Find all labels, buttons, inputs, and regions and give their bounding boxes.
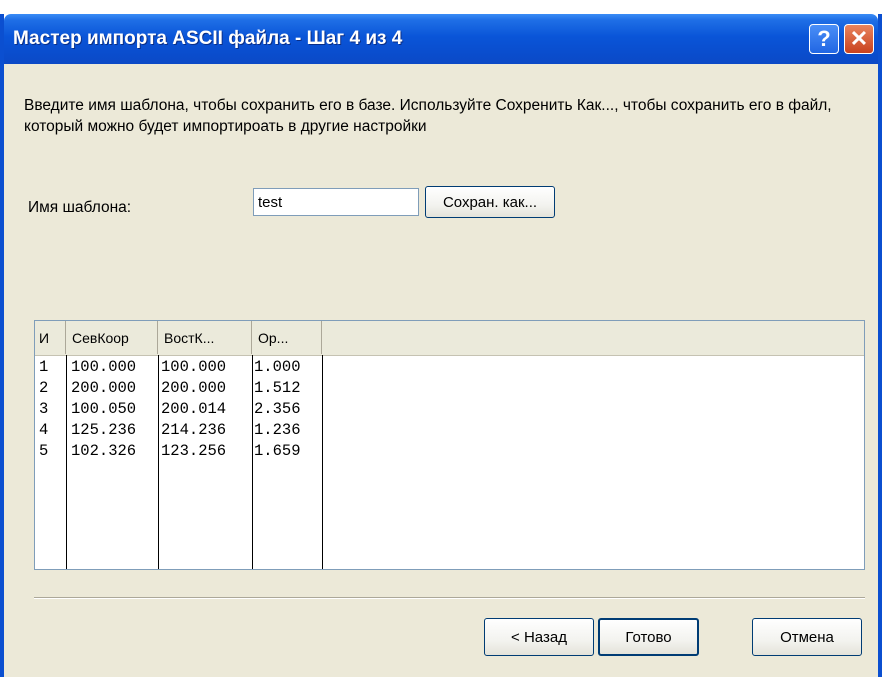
table-row: 3 100.050 200.014 2.356 xyxy=(35,399,864,420)
instruction-text: Введите имя шаблона, чтобы сохранить его… xyxy=(24,97,832,135)
cell-east: 200.014 xyxy=(161,400,227,418)
cell-east: 200.000 xyxy=(161,379,227,397)
cell-index: 1 xyxy=(39,358,49,376)
column-header-east[interactable]: ВостК... xyxy=(158,321,252,354)
back-button[interactable]: < Назад xyxy=(484,618,594,656)
cell-index: 2 xyxy=(39,379,49,397)
table-row: 2 200.000 200.000 1.512 xyxy=(35,378,864,399)
dialog-body: Введите имя шаблона, чтобы сохранить его… xyxy=(4,64,878,677)
cell-north: 100.000 xyxy=(71,358,137,376)
title-bar[interactable]: Мастер импорта ASCII файла - Шаг 4 из 4 … xyxy=(4,14,878,64)
import-wizard-window: Мастер импорта ASCII файла - Шаг 4 из 4 … xyxy=(0,0,882,677)
cell-index: 4 xyxy=(39,421,49,439)
cell-elev: 1.236 xyxy=(254,421,301,439)
cell-index: 5 xyxy=(39,442,49,460)
cell-east: 100.000 xyxy=(161,358,227,376)
column-header-elev[interactable]: Ор... xyxy=(252,321,322,354)
cancel-button[interactable]: Отмена xyxy=(752,618,862,656)
column-header-north[interactable]: СевКоор xyxy=(66,321,158,354)
table-row: 5 102.326 123.256 1.659 xyxy=(35,441,864,462)
cell-elev: 1.659 xyxy=(254,442,301,460)
template-name-label: Имя шаблона: xyxy=(28,199,132,216)
grid-header: И СевКоор ВостК... Ор... xyxy=(35,321,864,356)
cell-elev: 1.000 xyxy=(254,358,301,376)
cell-elev: 1.512 xyxy=(254,379,301,397)
help-icon[interactable]: ? xyxy=(809,24,839,54)
column-header-index[interactable]: И xyxy=(35,321,66,354)
cell-north: 100.050 xyxy=(71,400,137,418)
table-row: 1 100.000 100.000 1.000 xyxy=(35,357,864,378)
footer-divider-highlight xyxy=(34,598,865,599)
cell-east: 123.256 xyxy=(161,442,227,460)
cell-east: 214.236 xyxy=(161,421,227,439)
cell-north: 125.236 xyxy=(71,421,137,439)
table-row: 4 125.236 214.236 1.236 xyxy=(35,420,864,441)
cell-north: 200.000 xyxy=(71,379,137,397)
window-frame-right xyxy=(878,14,882,677)
done-button[interactable]: Готово xyxy=(598,618,699,656)
cell-index: 3 xyxy=(39,400,49,418)
cell-north: 102.326 xyxy=(71,442,137,460)
save-as-button[interactable]: Сохран. как... xyxy=(425,186,555,218)
template-name-input[interactable] xyxy=(253,188,419,216)
cell-elev: 2.356 xyxy=(254,400,301,418)
preview-grid[interactable]: И СевКоор ВостК... Ор... 1 100.000 100.0… xyxy=(34,320,865,570)
close-icon[interactable]: ✕ xyxy=(844,24,874,54)
window-title: Мастер импорта ASCII файла - Шаг 4 из 4 xyxy=(13,28,403,49)
